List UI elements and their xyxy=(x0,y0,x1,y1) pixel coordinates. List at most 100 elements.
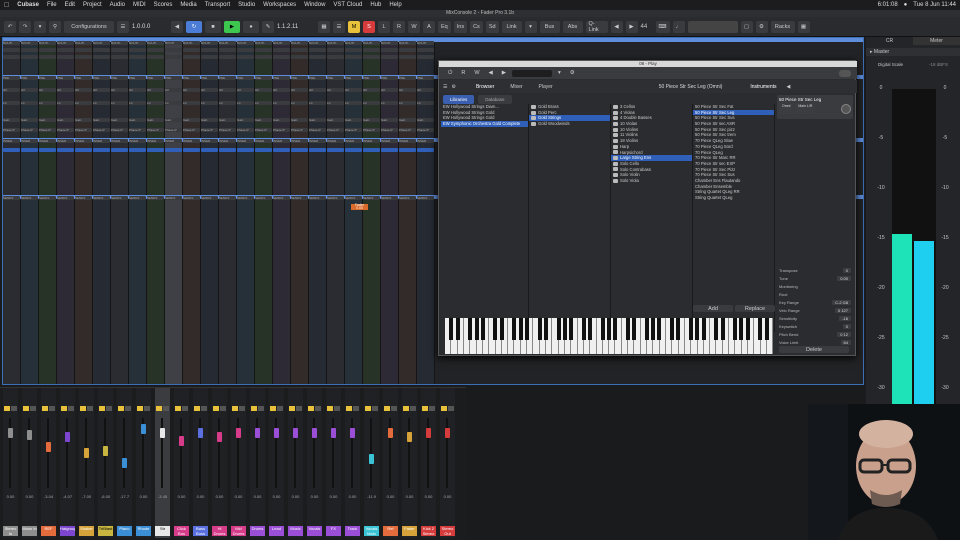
gain-knob[interactable]: Gain xyxy=(237,118,254,122)
sends-header-cell[interactable]: SENDS xyxy=(219,196,236,200)
phase-button[interactable]: Phase 0° xyxy=(399,128,416,132)
mute-button[interactable] xyxy=(42,406,48,411)
inserts-header-cell[interactable]: INSER xyxy=(363,139,380,143)
mute-button[interactable] xyxy=(384,406,390,411)
menu-audio[interactable]: Audio xyxy=(110,2,125,8)
inserts-header-cell[interactable]: INSER xyxy=(291,139,308,143)
sends-header-cell[interactable]: SENDS xyxy=(399,196,416,200)
cs-button[interactable]: Cs xyxy=(470,20,483,33)
hc-filter[interactable]: HC xyxy=(327,88,344,92)
sends-header-cell[interactable]: SENDS xyxy=(381,196,398,200)
black-key[interactable] xyxy=(613,318,618,340)
fader-handle[interactable] xyxy=(198,428,203,438)
routing-input[interactable] xyxy=(255,48,272,52)
black-key[interactable] xyxy=(569,318,574,340)
fader-handle[interactable] xyxy=(312,428,317,438)
inserts-header-cell[interactable]: INSER xyxy=(417,139,434,143)
routing-input[interactable] xyxy=(363,48,380,52)
play-button[interactable]: ▶ xyxy=(224,20,240,33)
routing-input[interactable] xyxy=(399,48,416,52)
pre-button[interactable]: PRE xyxy=(165,76,182,80)
pre-button[interactable]: PRE xyxy=(93,76,110,80)
black-key[interactable] xyxy=(714,318,719,340)
lc-filter[interactable]: LC xyxy=(183,101,200,105)
solo-button[interactable] xyxy=(30,406,36,411)
grid-icon[interactable]: ▦ xyxy=(318,20,330,33)
hc-filter[interactable]: HC xyxy=(345,88,362,92)
fader-handle[interactable] xyxy=(407,432,412,442)
next-preset-icon[interactable]: ▶ xyxy=(498,69,510,77)
channel-name[interactable]: Lead xyxy=(269,526,284,536)
mute-button[interactable] xyxy=(175,406,181,411)
inserts-header-cell[interactable]: INSER xyxy=(237,139,254,143)
punch-icon[interactable]: ✎ xyxy=(262,20,274,33)
channel-name[interactable]: Hi Drums xyxy=(212,526,227,536)
pre-button[interactable]: PRE xyxy=(255,76,272,80)
hc-filter[interactable]: HC xyxy=(399,88,416,92)
black-key[interactable] xyxy=(474,318,479,340)
solo-button[interactable] xyxy=(429,406,435,411)
sends-header-cell[interactable]: SENDS xyxy=(147,196,164,200)
menu-workspaces[interactable]: Workspaces xyxy=(263,2,296,8)
routing-output[interactable] xyxy=(3,55,20,59)
preset-menu-icon[interactable]: ▾ xyxy=(555,69,564,77)
routing-output[interactable] xyxy=(399,55,416,59)
pre-button[interactable]: PRE xyxy=(237,76,254,80)
fader-handle[interactable] xyxy=(255,428,260,438)
lc-filter[interactable]: LC xyxy=(237,101,254,105)
phase-button[interactable]: Phase 0° xyxy=(381,128,398,132)
inserts-header-cell[interactable]: INSER xyxy=(219,139,236,143)
mute-button[interactable] xyxy=(137,406,143,411)
list-item[interactable]: Solo Viola xyxy=(611,178,692,184)
tab-meter[interactable]: Meter xyxy=(913,37,960,45)
routing-output[interactable] xyxy=(327,55,344,59)
phase-button[interactable]: Phase 0° xyxy=(363,128,380,132)
lc-filter[interactable]: LC xyxy=(111,101,128,105)
black-key[interactable] xyxy=(499,318,504,340)
insert-slot[interactable] xyxy=(417,148,434,152)
fader-send[interactable]: Fader 0.00 xyxy=(351,203,368,210)
fader-handle[interactable] xyxy=(179,436,184,446)
black-key[interactable] xyxy=(512,318,517,340)
routing-output[interactable] xyxy=(183,55,200,59)
zoom-icon[interactable]: ☰ xyxy=(117,20,129,33)
routing-input[interactable] xyxy=(147,48,164,52)
hc-filter[interactable]: HC xyxy=(309,88,326,92)
configurations-dropdown[interactable]: Configurations xyxy=(64,20,114,33)
mute-button[interactable] xyxy=(4,406,10,411)
tab-browser[interactable]: Browser xyxy=(470,82,500,92)
fader-handle[interactable] xyxy=(122,458,127,468)
pre-button[interactable]: PRE xyxy=(183,76,200,80)
pre-button[interactable]: PRE xyxy=(3,76,20,80)
master-header[interactable]: ▸ Master xyxy=(866,48,960,56)
channel-name[interactable]: Vocals xyxy=(307,526,322,536)
pre-button[interactable]: PRE xyxy=(147,76,164,80)
mute-button[interactable] xyxy=(403,406,409,411)
channel-name[interactable]: Bass Buss xyxy=(193,526,208,536)
routing-input[interactable] xyxy=(111,48,128,52)
inserts-header-cell[interactable]: INSER xyxy=(309,139,326,143)
mute-button[interactable] xyxy=(80,406,86,411)
black-key[interactable] xyxy=(739,318,744,340)
sends-header-cell[interactable]: SENDS xyxy=(201,196,218,200)
lc-filter[interactable]: LC xyxy=(21,101,38,105)
channel-name[interactable]: Mid Drums xyxy=(231,526,246,536)
solo-button[interactable] xyxy=(163,406,169,411)
mute-button[interactable] xyxy=(327,406,333,411)
hc-filter[interactable]: HC xyxy=(75,88,92,92)
gain-knob[interactable]: Gain xyxy=(147,118,164,122)
gain-knob[interactable]: Gain xyxy=(111,118,128,122)
slot-main[interactable]: Main L/R xyxy=(795,104,816,114)
routing-input[interactable] xyxy=(201,48,218,52)
lc-filter[interactable]: LC xyxy=(3,101,20,105)
hc-filter[interactable]: HC xyxy=(201,88,218,92)
routing-input[interactable] xyxy=(165,48,182,52)
compare-icon[interactable]: ⚙ xyxy=(566,69,578,77)
black-key[interactable] xyxy=(758,318,763,340)
gain-knob[interactable]: Gain xyxy=(183,118,200,122)
tempo-icon[interactable]: ♩ xyxy=(672,20,685,33)
routing-slot[interactable]: ROUTI xyxy=(309,41,326,45)
keyboard-icon[interactable]: ⌨ xyxy=(655,20,670,33)
menu-studio[interactable]: Studio xyxy=(238,2,255,8)
hc-filter[interactable]: HC xyxy=(57,88,74,92)
